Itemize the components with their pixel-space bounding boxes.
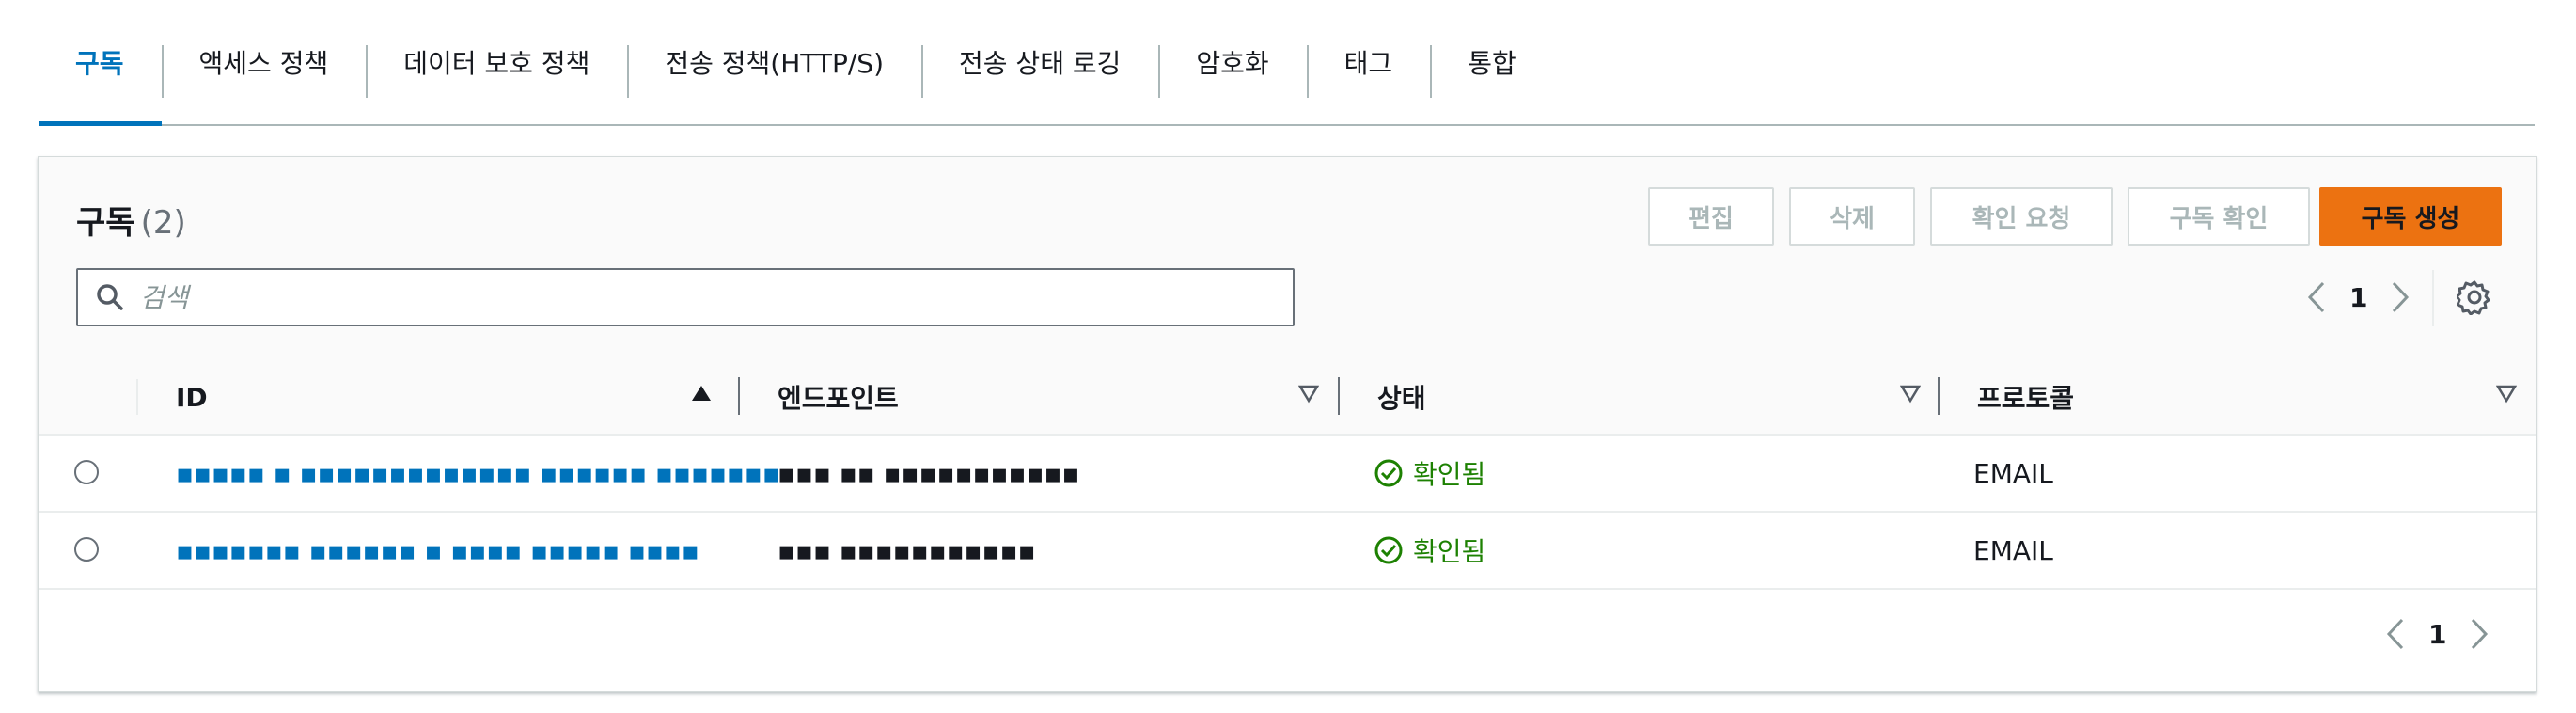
tab-bar: 구독 액세스 정책 데이터 보호 정책 전송 정책(HTTP/S) 전송 상태 …: [39, 0, 2535, 126]
chevron-left-icon[interactable]: [2306, 280, 2327, 314]
column-divider[interactable]: [1338, 377, 1340, 415]
sort-descending-icon[interactable]: [1298, 383, 1319, 404]
protocol-cell: EMAIL: [1973, 457, 2053, 489]
panel-title-text: 구독: [76, 204, 135, 242]
edit-button[interactable]: 편집: [1648, 187, 1774, 246]
row-select-radio[interactable]: [74, 537, 99, 562]
delete-button[interactable]: 삭제: [1789, 187, 1915, 246]
column-divider[interactable]: [738, 377, 740, 415]
tab-subscriptions[interactable]: 구독: [39, 0, 162, 126]
check-circle-icon: [1374, 536, 1403, 564]
search-input[interactable]: [138, 280, 1251, 314]
sort-descending-icon[interactable]: [2496, 383, 2517, 404]
tab-access-policy[interactable]: 액세스 정책: [161, 0, 367, 124]
panel-title: 구독 (2): [76, 197, 186, 243]
request-confirmation-button[interactable]: 확인 요청: [1930, 187, 2113, 246]
tab-integrations[interactable]: 통합: [1430, 0, 1554, 124]
pagination-top: 1: [2306, 276, 2411, 319]
pagination-divider: [2432, 270, 2434, 326]
endpoint-cell: ▪▪▪ ▪▪ ▪▪▪▪▪▪▪▪▪▪▪: [778, 457, 1080, 489]
check-circle-icon: [1374, 459, 1403, 487]
search-icon: [97, 284, 123, 310]
panel-header: 구독(2) 편집 삭제 확인 요청 구독 확인 구독 생성 1: [39, 157, 2536, 362]
tab-data-protection-policy[interactable]: 데이터 보호 정책: [366, 0, 627, 124]
row-select-radio[interactable]: [74, 460, 99, 484]
protocol-cell: EMAIL: [1973, 534, 2053, 566]
chevron-right-icon[interactable]: [2469, 617, 2490, 651]
tab-encryption[interactable]: 암호화: [1158, 0, 1306, 124]
column-header-protocol[interactable]: 프로토콜: [1977, 360, 2074, 434]
endpoint-cell: ▪▪▪ ▪▪▪▪▪▪▪▪▪▪▪: [778, 534, 1036, 566]
current-page-number[interactable]: 1: [2428, 619, 2446, 650]
status-text: 확인됨: [1413, 459, 1486, 490]
status-text: 확인됨: [1413, 536, 1486, 567]
create-subscription-button[interactable]: 구독 생성: [2319, 187, 2502, 246]
table-row[interactable]: ▪▪▪▪▪ ▪ ▪▪▪▪▪▪▪▪▪▪▪▪▪ ▪▪▪▪▪▪ ▪▪▪▪▪▪▪ ▪▪▪…: [39, 436, 2536, 513]
subscription-count: (2): [140, 204, 186, 242]
tab-tags[interactable]: 태그: [1306, 0, 1431, 124]
pagination-bottom: 1: [2385, 612, 2490, 656]
chevron-left-icon[interactable]: [2385, 617, 2406, 651]
column-header-endpoint[interactable]: 엔드포인트: [778, 360, 899, 434]
current-page-number[interactable]: 1: [2349, 282, 2367, 313]
column-header-status[interactable]: 상태: [1377, 360, 1426, 434]
sort-ascending-icon[interactable]: [691, 383, 712, 404]
subscription-id-link[interactable]: ▪▪▪▪▪ ▪ ▪▪▪▪▪▪▪▪▪▪▪▪▪ ▪▪▪▪▪▪ ▪▪▪▪▪▪▪: [176, 436, 780, 511]
tab-delivery-status-logging[interactable]: 전송 상태 로깅: [921, 0, 1158, 124]
gear-icon[interactable]: [2455, 279, 2492, 319]
subscriptions-panel: 구독(2) 편집 삭제 확인 요청 구독 확인 구독 생성 1: [38, 156, 2537, 692]
tab-delivery-policy[interactable]: 전송 정책(HTTP/S): [627, 0, 921, 124]
sort-descending-icon[interactable]: [1900, 383, 1921, 404]
search-box: [76, 268, 1295, 326]
column-divider[interactable]: [1938, 377, 1940, 415]
column-header-id[interactable]: ID: [176, 360, 208, 434]
table-header: ID 엔드포인트 상태 프로토콜: [39, 360, 2536, 436]
column-divider: [136, 379, 138, 415]
chevron-right-icon[interactable]: [2390, 280, 2411, 314]
status-cell: 확인됨: [1374, 436, 1485, 511]
table-row[interactable]: ▪▪▪▪▪▪▪ ▪▪▪▪▪▪ ▪ ▪▪▪▪ ▪▪▪▪▪ ▪▪▪▪ ▪▪▪ ▪▪▪…: [39, 513, 2536, 590]
status-cell: 확인됨: [1374, 513, 1485, 588]
confirm-subscription-button[interactable]: 구독 확인: [2128, 187, 2310, 246]
subscription-id-link[interactable]: ▪▪▪▪▪▪▪ ▪▪▪▪▪▪ ▪ ▪▪▪▪ ▪▪▪▪▪ ▪▪▪▪: [176, 513, 699, 588]
